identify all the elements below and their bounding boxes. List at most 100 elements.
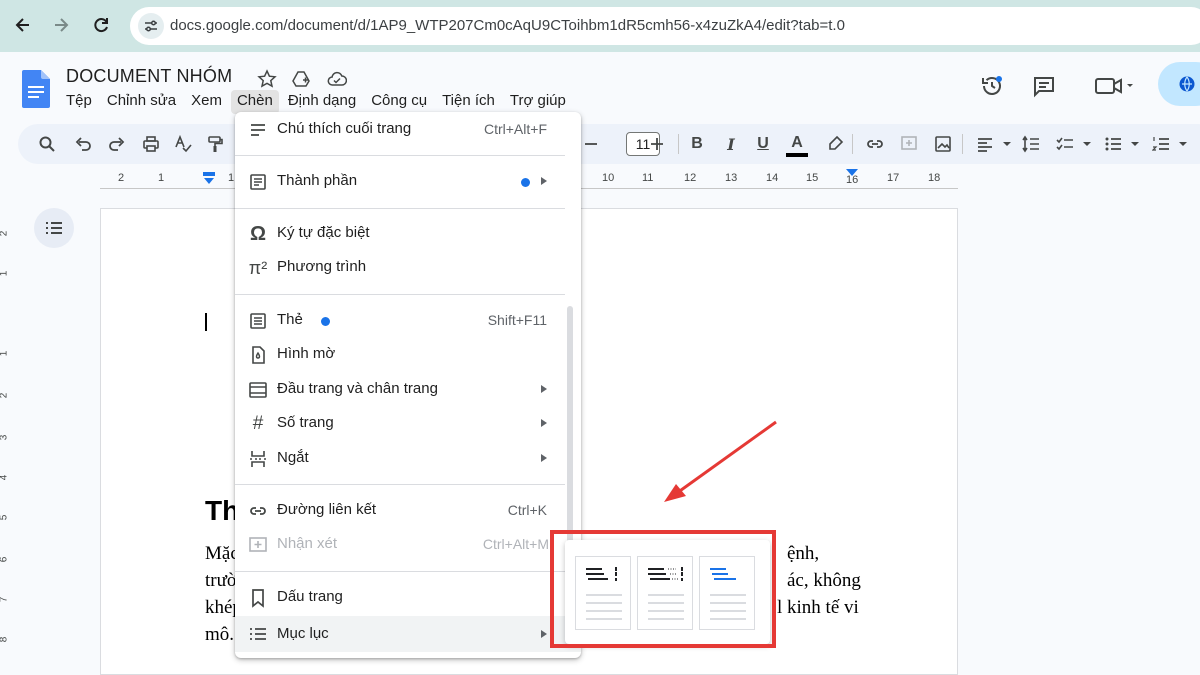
ruler-number: 1 (0, 351, 9, 357)
align-dropdown-icon[interactable] (996, 133, 1018, 155)
link-icon (247, 500, 269, 522)
spellcheck-icon[interactable] (172, 133, 194, 155)
italic-button[interactable]: I (720, 133, 742, 155)
back-button[interactable] (8, 10, 38, 40)
checklist-icon[interactable] (1054, 133, 1076, 155)
menu-item-table-of-contents[interactable]: Mục lục (235, 616, 581, 652)
menu-help[interactable]: Trợ giúp (504, 90, 572, 114)
omega-icon: Ω (249, 222, 267, 245)
menu-item-watermark[interactable]: Hình mờ (235, 339, 581, 371)
footnote-icon (247, 119, 269, 141)
menu-tools[interactable]: Công cụ (365, 90, 433, 114)
print-icon[interactable] (140, 133, 162, 155)
right-indent-marker-icon[interactable] (846, 168, 858, 180)
menu-view[interactable]: Xem (185, 90, 228, 114)
toc-icon (247, 623, 269, 645)
highlight-color-icon[interactable] (824, 133, 846, 155)
body-text-line: mô. (205, 624, 235, 645)
menu-item-label: Phương trình (277, 258, 367, 275)
submenu-arrow-icon (541, 419, 547, 427)
redo-icon[interactable] (106, 133, 128, 155)
menu-item-label: Thành phần (277, 172, 358, 189)
vertical-ruler[interactable]: 2 1 1 2 3 4 5 6 7 8 (0, 208, 14, 675)
formatting-toolbar: 11 B I U A (18, 124, 1200, 164)
menu-item-label: Số trang (277, 414, 334, 431)
checklist-dropdown-icon[interactable] (1076, 133, 1098, 155)
reload-button[interactable] (86, 10, 116, 40)
menu-extensions[interactable]: Tiện ích (436, 90, 501, 114)
menu-item-equation[interactable]: π² Phương trình (235, 252, 581, 284)
forward-button[interactable] (46, 10, 76, 40)
move-to-drive-icon[interactable] (290, 68, 312, 90)
meet-button[interactable] (1088, 70, 1140, 102)
menu-item-special-characters[interactable]: Ω Ký tự đặc biệt (235, 218, 581, 250)
tab-icon (247, 310, 269, 332)
menu-item-label: Thẻ (277, 311, 303, 328)
comments-icon[interactable] (1028, 70, 1060, 102)
browser-toolbar: docs.google.com/document/d/1AP9_WTP207Cm… (0, 0, 1200, 52)
menu-item-tab[interactable]: Thẻ Shift+F11 (235, 305, 581, 337)
ruler-number: 2 (0, 231, 9, 237)
ruler-number: 8 (0, 637, 9, 643)
menu-item-label: Ngắt (277, 449, 309, 466)
menu-item-page-numbers[interactable]: # Số trang (235, 408, 581, 440)
bulleted-list-dropdown-icon[interactable] (1124, 133, 1146, 155)
menu-item-label: Ký tự đặc biệt (277, 224, 370, 241)
ruler-number: 1 (158, 172, 165, 184)
menu-insert[interactable]: Chèn (230, 90, 279, 114)
indent-marker-icon[interactable] (202, 170, 216, 189)
submenu-arrow-icon (541, 177, 547, 185)
menu-item-shortcut: Ctrl+K (507, 502, 547, 518)
menu-item-footnote[interactable]: Chú thích cuối trang Ctrl+Alt+F (235, 114, 581, 146)
document-outline-button[interactable] (34, 208, 74, 248)
star-icon[interactable] (256, 68, 278, 90)
menu-edit[interactable]: Chỉnh sửa (101, 90, 182, 114)
site-settings-icon[interactable] (138, 13, 164, 39)
body-text-line: l kinh tế vi (777, 597, 859, 618)
menu-item-break[interactable]: Ngắt (235, 443, 581, 475)
menu-item-link[interactable]: Đường liên kết Ctrl+K (235, 495, 581, 527)
search-menus-icon[interactable] (36, 133, 58, 155)
decrease-font-size-icon[interactable] (580, 133, 602, 155)
insert-menu: Chú thích cuối trang Ctrl+Alt+F Thành ph… (235, 112, 581, 658)
add-comment-icon[interactable] (898, 133, 920, 155)
bold-button[interactable]: B (686, 133, 708, 155)
numbered-list-icon[interactable] (1150, 133, 1172, 155)
insert-image-icon[interactable] (932, 133, 954, 155)
menu-item-headers-footers[interactable]: Đầu trang và chân trang (235, 374, 581, 406)
ruler-number: 11 (642, 172, 654, 184)
numbered-list-dropdown-icon[interactable] (1172, 133, 1194, 155)
cloud-saved-icon[interactable] (326, 68, 348, 90)
menu-format[interactable]: Định dạng (282, 90, 362, 114)
menu-item-label: Đường liên kết (277, 501, 377, 518)
menu-item-label: Hình mờ (277, 345, 336, 362)
underline-button[interactable]: U (752, 133, 774, 155)
insert-link-icon[interactable] (864, 133, 886, 155)
menu-item-comment: Nhận xét Ctrl+Alt+M (235, 529, 581, 561)
ruler-number: 7 (0, 597, 9, 603)
increase-font-size-icon[interactable] (646, 133, 668, 155)
submenu-arrow-icon (541, 454, 547, 462)
undo-icon[interactable] (72, 133, 94, 155)
menu-item-label: Chú thích cuối trang (277, 120, 412, 137)
menu-scrollbar[interactable] (567, 306, 573, 546)
watermark-icon (247, 344, 269, 366)
menu-item-building-blocks[interactable]: Thành phần (235, 166, 581, 198)
text-color-button[interactable]: A (786, 133, 808, 157)
version-history-icon[interactable] (976, 70, 1008, 102)
line-spacing-icon[interactable] (1020, 133, 1042, 155)
new-feature-badge (321, 317, 330, 326)
document-title[interactable]: DOCUMENT NHÓM (66, 66, 232, 87)
ruler-number: 14 (766, 172, 779, 184)
align-left-icon[interactable] (974, 133, 996, 155)
bulleted-list-icon[interactable] (1102, 133, 1124, 155)
share-button[interactable] (1158, 62, 1200, 106)
ruler-number: 1 (0, 271, 9, 277)
docs-logo-icon[interactable] (22, 70, 50, 108)
ruler-number: 17 (887, 172, 900, 184)
paint-format-icon[interactable] (204, 133, 226, 155)
menu-file[interactable]: Tệp (60, 90, 98, 114)
ruler-number: 12 (684, 172, 697, 184)
menu-item-bookmark[interactable]: Dấu trang (235, 582, 581, 614)
address-bar[interactable]: docs.google.com/document/d/1AP9_WTP207Cm… (130, 7, 1200, 45)
